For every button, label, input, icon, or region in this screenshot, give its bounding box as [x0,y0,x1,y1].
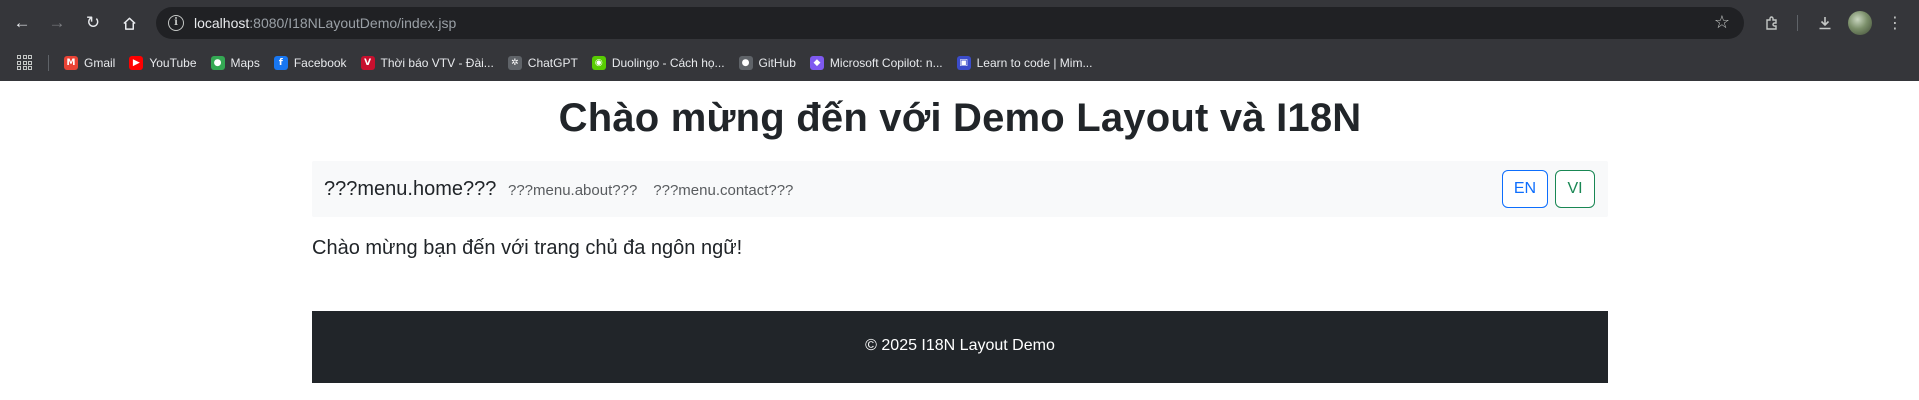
address-bar[interactable]: i localhost:8080/I18NLayoutDemo/index.js… [156,7,1744,39]
bookmarks-divider [48,55,49,71]
youtube-icon: ▶ [129,56,144,70]
nav-link-about[interactable]: ???menu.about??? [508,182,637,199]
bookmark-star-icon[interactable]: ☆ [1714,12,1730,33]
bookmark-label: YouTube [149,56,197,70]
bookmark-item[interactable]: ✲ ChatGPT [507,56,578,70]
bookmark-label: GitHub [758,56,796,70]
mimo-icon: ▣ [956,56,971,70]
bookmark-item[interactable]: ▣ Learn to code | Mim... [956,56,1093,70]
bookmark-item[interactable]: ◉ Duolingo - Cách họ... [591,56,725,70]
extensions-icon[interactable] [1757,8,1787,38]
toolbar-divider [1797,15,1798,31]
address-url[interactable]: localhost:8080/I18NLayoutDemo/index.jsp [194,15,456,31]
facebook-icon: f [273,56,288,70]
bookmark-item[interactable]: ● Maps [210,56,260,70]
browser-chrome: ← → ↻ i localhost:8080/I18NLayoutDemo/in… [0,0,1919,81]
maps-icon: ● [210,56,225,70]
footer: © 2025 I18N Layout Demo [312,311,1608,383]
bookmark-item[interactable]: ◆ Microsoft Copilot: n... [809,56,943,70]
bookmark-item[interactable]: f Facebook [273,56,347,70]
bookmark-label: ChatGPT [527,56,578,70]
gmail-icon: M [64,56,78,70]
copilot-icon: ◆ [809,56,824,70]
download-icon[interactable] [1810,8,1840,38]
lang-en-button[interactable]: EN [1502,170,1548,208]
bookmark-item[interactable]: ● GitHub [738,56,796,70]
github-icon: ● [738,56,753,70]
lang-vi-button[interactable]: VI [1555,170,1595,208]
profile-avatar[interactable] [1848,11,1872,35]
bookmark-label: Microsoft Copilot: n... [829,56,943,70]
duolingo-icon: ◉ [591,56,606,70]
welcome-message: Chào mừng bạn đến với trang chủ đa ngôn … [312,237,743,259]
bookmark-label: Facebook [293,56,347,70]
bookmark-item[interactable]: ▶ YouTube [129,56,197,70]
navbar: ???menu.home??? ???menu.about??? ???menu… [312,161,1608,217]
home-icon[interactable] [114,8,144,38]
bookmark-list: M Gmail ▶ YouTube ● Maps f Facebook V Thời báo VT… [64,45,1092,81]
chatgpt-icon: ✲ [507,56,522,70]
bookmark-label: Gmail [84,56,116,70]
page-title: Chào mừng đến với Demo Layout và I18N [558,96,1362,140]
bookmark-item[interactable]: V Thời báo VTV - Đài... [360,56,494,70]
nav-link-contact[interactable]: ???menu.contact??? [653,182,793,199]
forward-icon[interactable]: → [42,8,72,38]
menu-kebab-icon[interactable]: ⋮ [1880,8,1910,38]
bookmarks-bar: M Gmail ▶ YouTube ● Maps f Facebook V Thời báo VT… [0,45,1919,81]
page-content: Chào mừng đến với Demo Layout và I18N ??… [0,81,1919,400]
reload-icon[interactable]: ↻ [78,8,108,38]
back-icon[interactable]: ← [7,8,37,38]
bookmark-label: Learn to code | Mim... [976,56,1093,70]
apps-grid-icon[interactable] [17,55,32,70]
footer-copyright: © 2025 I18N Layout Demo [865,337,1055,354]
bookmark-label: Thời báo VTV - Đài... [380,56,494,70]
site-info-icon[interactable]: i [168,15,184,31]
browser-toolbar: ← → ↻ i localhost:8080/I18NLayoutDemo/in… [0,0,1919,45]
bookmark-label: Duolingo - Cách họ... [611,56,725,70]
bookmark-item[interactable]: M Gmail [64,56,115,70]
vtv-icon: V [360,56,375,70]
nav-links: ???menu.about??? ???menu.contact??? [508,182,793,199]
nav-brand-home[interactable]: ???menu.home??? [324,178,496,201]
bookmark-label: Maps [230,56,260,70]
